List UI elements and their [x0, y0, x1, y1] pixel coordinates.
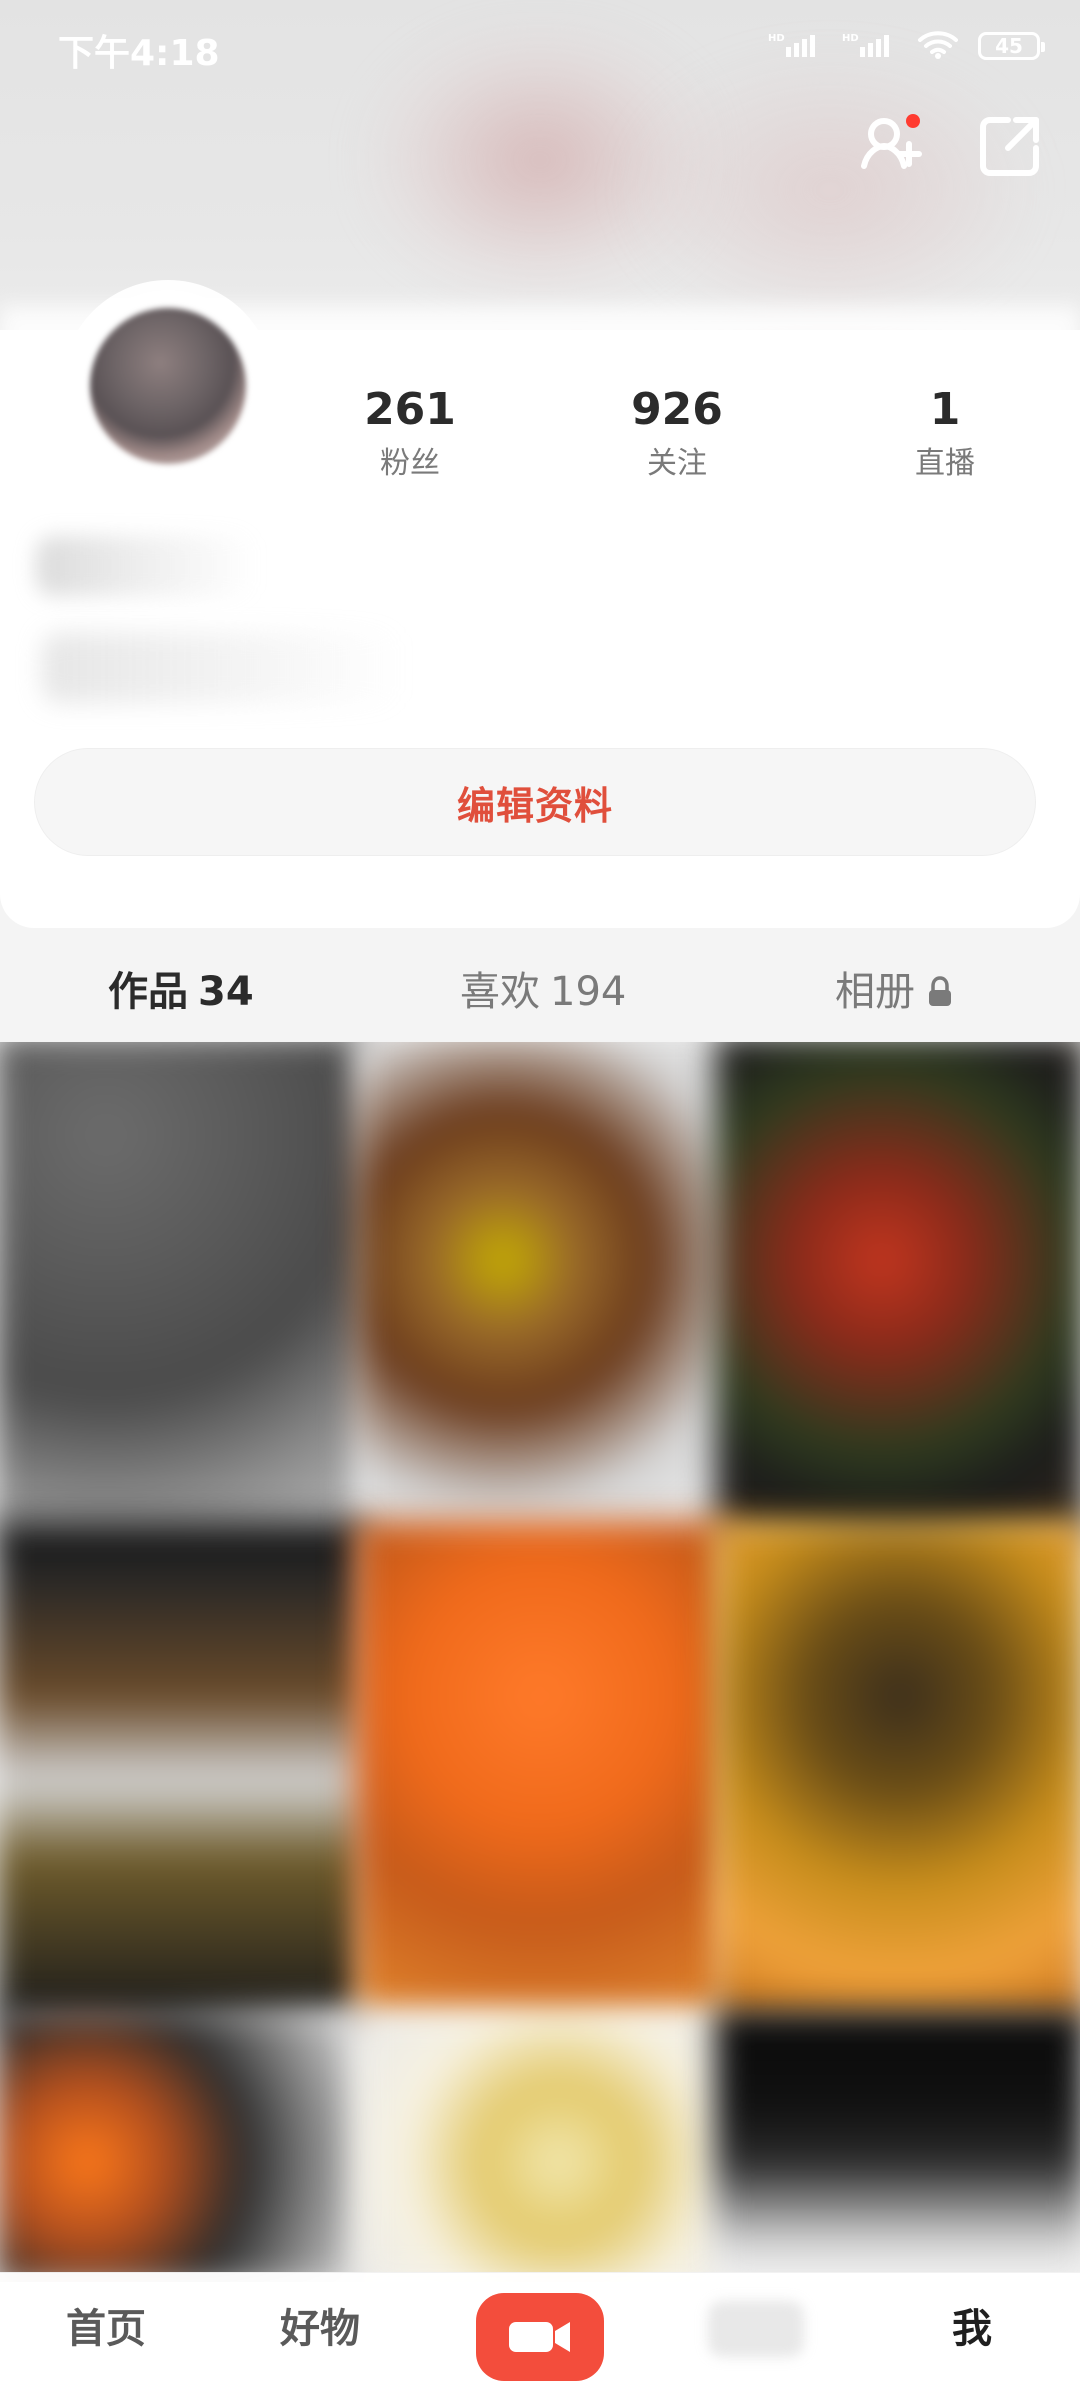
tab-likes-label: 喜欢	[460, 969, 540, 1015]
add-friend-button[interactable]	[854, 108, 926, 180]
status-icons: HD HD 45	[768, 28, 1045, 64]
profile-page: { "status_bar": { "time": "下午4:18", "bat…	[0, 0, 1080, 2400]
status-time: 下午4:18	[58, 33, 220, 74]
battery-icon: 45	[978, 32, 1045, 60]
stat-fans[interactable]: 261 粉丝	[300, 384, 520, 482]
fans-label: 粉丝	[380, 446, 440, 481]
thumbnail-image	[354, 1042, 726, 1536]
work-thumbnail[interactable]	[714, 1042, 1080, 1536]
svg-text:HD: HD	[842, 33, 859, 44]
nav-item-blurred[interactable]	[708, 2301, 804, 2357]
profile-tabs: 作品 34 喜欢 194 相册	[0, 948, 1080, 1036]
tab-likes[interactable]: 喜欢 194	[460, 964, 626, 1020]
tab-album[interactable]: 相册	[835, 964, 955, 1020]
work-thumbnail[interactable]	[714, 2009, 1080, 2282]
notification-dot	[906, 114, 920, 128]
camera-button[interactable]	[476, 2293, 604, 2381]
works-grid	[0, 1042, 1080, 2282]
svg-text:HD: HD	[768, 33, 785, 44]
thumbnail-image	[714, 1520, 1080, 2022]
battery-level: 45	[995, 34, 1023, 58]
share-button[interactable]	[976, 108, 1048, 180]
tab-works-count: 34	[198, 969, 254, 1015]
work-thumbnail[interactable]	[354, 1042, 726, 1536]
following-count: 926	[631, 384, 723, 435]
tab-likes-count: 194	[550, 969, 627, 1015]
live-label: 直播	[915, 446, 975, 481]
live-count: 1	[929, 384, 961, 435]
video-camera-icon	[509, 2322, 570, 2352]
wifi-icon	[916, 28, 960, 64]
tab-works-label: 作品	[108, 969, 188, 1015]
tab-works[interactable]: 作品 34	[108, 964, 254, 1020]
nav-me[interactable]: 我	[952, 2301, 992, 2357]
stat-live[interactable]: 1 直播	[835, 384, 1055, 482]
work-thumbnail[interactable]	[714, 1520, 1080, 2022]
nav-home[interactable]: 首页	[66, 2301, 146, 2357]
user-id-blurred	[42, 633, 402, 703]
thumbnail-image	[714, 2009, 1080, 2282]
username-blurred	[36, 536, 256, 596]
thumbnail-image	[714, 1042, 1080, 1536]
work-thumbnail[interactable]	[354, 2009, 726, 2282]
nav-goods[interactable]: 好物	[280, 2301, 360, 2357]
bottom-navigation: 首页 好物 我	[0, 2272, 1080, 2400]
thumbnail-image	[0, 1520, 366, 2022]
lock-icon	[925, 975, 955, 1009]
work-thumbnail[interactable]	[0, 1042, 366, 1536]
following-label: 关注	[647, 446, 707, 481]
edit-profile-button[interactable]: 编辑资料	[34, 748, 1036, 856]
work-thumbnail[interactable]	[354, 1520, 726, 2022]
status-bar: 下午4:18 HD HD 45	[0, 0, 1080, 96]
profile-stats: 261 粉丝 926 关注 1 直播	[0, 384, 1080, 504]
work-thumbnail[interactable]	[0, 1520, 366, 2022]
tab-album-label: 相册	[835, 969, 915, 1015]
signal-hd-icon: HD	[842, 29, 898, 63]
thumbnail-image	[0, 2009, 366, 2282]
fans-count: 261	[364, 384, 456, 435]
thumbnail-image	[354, 2009, 726, 2282]
share-icon	[980, 117, 1039, 176]
stat-following[interactable]: 926 关注	[567, 384, 787, 482]
profile-card: 261 粉丝 926 关注 1 直播 编辑资料	[0, 290, 1080, 928]
signal-hd-icon: HD	[768, 29, 824, 63]
thumbnail-image	[354, 1520, 726, 2022]
work-thumbnail[interactable]	[0, 2009, 366, 2282]
thumbnail-image	[0, 1042, 366, 1536]
